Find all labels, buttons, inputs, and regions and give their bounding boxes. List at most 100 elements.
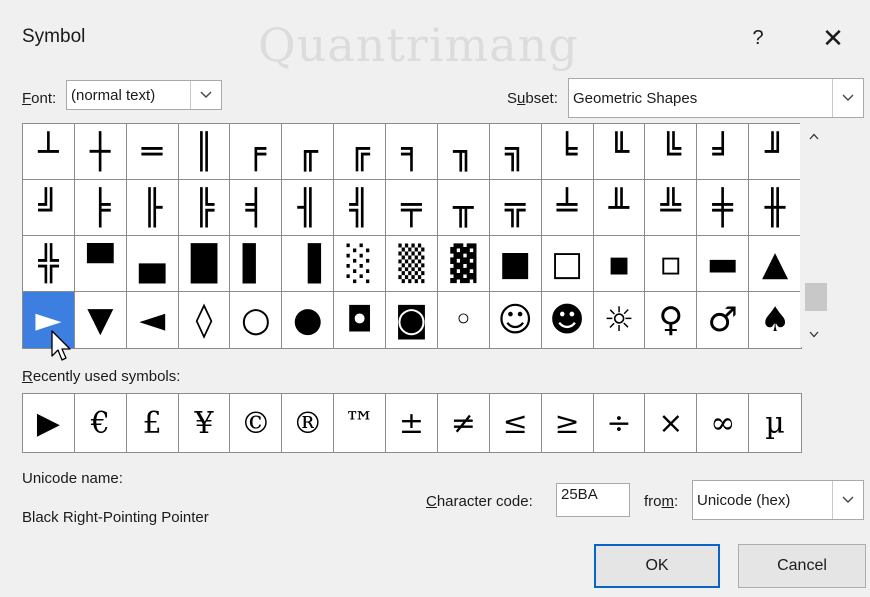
recent-symbol-cell[interactable]: ≠ [438,394,490,452]
symbol-cell[interactable]: ╬ [23,236,75,292]
font-combobox[interactable]: (normal text) [66,80,222,110]
character-code-input[interactable]: 25BA [556,483,630,517]
close-button[interactable]: ✕ [815,20,851,56]
symbol-cell[interactable]: ╩ [645,180,698,236]
ok-button[interactable]: OK [594,544,720,588]
recent-symbol-cell[interactable]: µ [749,394,801,452]
symbol-cell[interactable]: ☻ [541,292,594,348]
symbol-cell[interactable]: ◦ [437,292,490,348]
symbol-cell[interactable]: ═ [126,124,179,180]
subset-dropdown-arrow[interactable] [832,79,863,117]
help-button[interactable]: ? [740,20,776,56]
symbol-cell[interactable]: ╘ [541,124,594,180]
recent-symbol-cell[interactable]: × [645,394,698,452]
scroll-thumb[interactable] [805,283,827,311]
symbol-cell[interactable]: ╓ [282,124,335,180]
recent-symbol-cell[interactable]: ® [282,394,335,452]
scroll-down-button[interactable] [800,321,828,347]
symbol-cell[interactable]: ╙ [593,124,646,180]
symbol-cell[interactable]: ░ [334,236,387,292]
symbol-cell[interactable]: ▫ [645,236,698,292]
symbol-cell[interactable]: ◄ [126,292,179,348]
symbol-cell[interactable]: ╪ [697,180,750,236]
symbol-cell[interactable]: ╫ [749,180,801,236]
symbol-cell[interactable]: ╧ [541,180,594,236]
recent-symbol-cell[interactable]: ≥ [542,394,594,452]
symbol-cell[interactable]: ╖ [437,124,490,180]
symbol-cell[interactable]: ■ [489,236,542,292]
symbol-cell[interactable]: ◊ [178,292,231,348]
symbol-cell[interactable]: ┼ [74,124,127,180]
font-dropdown-arrow[interactable] [190,81,221,109]
symbol-cell[interactable]: ╜ [749,124,801,180]
symbol-cell[interactable]: □ [541,236,594,292]
recent-symbol-cell[interactable]: ™ [334,394,387,452]
symbol-cell[interactable]: ▪ [593,236,646,292]
mouse-pointer-icon [51,330,71,361]
symbol-cell[interactable]: ╣ [334,180,387,236]
from-dropdown-arrow[interactable] [832,481,863,519]
symbol-cell[interactable]: ▼ [74,292,127,348]
symbol-cell[interactable]: ╛ [697,124,750,180]
symbol-cell[interactable]: ☺ [489,292,542,348]
recent-symbol-cell[interactable]: ∞ [697,394,750,452]
cancel-button[interactable]: Cancel [738,544,866,588]
symbol-cell[interactable]: ╢ [282,180,335,236]
recent-symbol-cell[interactable]: £ [127,394,179,452]
symbol-cell[interactable]: ╠ [178,180,231,236]
recent-symbol-cell[interactable]: ¥ [179,394,231,452]
scroll-up-button[interactable] [800,123,828,149]
symbol-cell[interactable]: ▀ [74,236,127,292]
symbol-cell[interactable]: ● [282,292,335,348]
unicode-name-label: Unicode name: [22,470,123,487]
symbol-cell[interactable]: ╡ [230,180,283,236]
symbol-cell[interactable]: ▲ [749,236,801,292]
subset-combobox[interactable]: Geometric Shapes [568,78,864,118]
symbol-cell[interactable]: ▒ [386,236,438,292]
symbol-scrollbar[interactable] [800,123,828,347]
subset-label-rest: bset: [525,90,558,107]
symbol-cell[interactable]: ╝ [23,180,75,236]
symbol-cell[interactable]: ╦ [489,180,542,236]
symbol-cell[interactable]: ╚ [645,124,698,180]
recent-symbol-cell[interactable]: ± [386,394,438,452]
symbol-cell[interactable]: ▐ [282,236,335,292]
symbol-cell[interactable]: ╔ [334,124,387,180]
symbol-cell[interactable]: ╗ [489,124,542,180]
symbol-cell[interactable]: ╟ [126,180,179,236]
symbol-cell[interactable]: ╒ [230,124,283,180]
recent-symbol-cell[interactable]: © [230,394,283,452]
symbol-cell[interactable]: ▄ [126,236,179,292]
symbol-cell[interactable]: ╥ [437,180,490,236]
recent-label-accel: R [22,368,33,385]
recent-symbol-cell[interactable]: € [75,394,127,452]
symbol-cell[interactable]: ╕ [386,124,438,180]
font-label-rest: ont: [31,90,57,107]
recent-symbol-cell[interactable]: ÷ [594,394,646,452]
symbol-cell[interactable]: ╨ [593,180,646,236]
symbol-cell[interactable]: █ [178,236,231,292]
recent-symbol-cell[interactable]: ▶ [23,394,75,452]
symbol-cell[interactable]: ╞ [74,180,127,236]
subset-value: Geometric Shapes [573,89,698,107]
symbol-cell[interactable]: ▌ [230,236,283,292]
symbol-cell[interactable]: ○ [230,292,283,348]
symbol-cell[interactable]: ♠ [749,292,801,348]
symbol-grid[interactable]: ┴ ┼ ═ ║ ╒ ╓ ╔ ╕ ╖ ╗ ╘ ╙ ╚ ╛ ╜ ╝ ╞ ╟ ╠ ╡ ╢ ╣ ╤ ╥ ╦ ╧ ╨ ╩ ╪ ╫ ╬ ▀ ▄ █ ▌ ▐ ░ ▒ ▓ ■… [22,123,802,349]
symbol-cell[interactable]: ▬ [697,236,750,292]
symbol-cell[interactable]: ♂ [697,292,750,348]
symbol-cell[interactable]: ┴ [23,124,75,180]
recent-symbol-cell[interactable]: ≤ [490,394,542,452]
font-label-accel: F [22,90,32,107]
symbol-cell[interactable]: ♀ [645,292,698,348]
symbol-cell[interactable]: ║ [178,124,231,180]
symbol-cell[interactable]: ╤ [386,180,438,236]
symbol-cell[interactable]: ◙ [386,292,438,348]
symbol-cell[interactable]: ▓ [437,236,490,292]
recent-symbols-grid[interactable]: ▶ € £ ¥ © ® ™ ± ≠ ≤ ≥ ÷ × ∞ µ [22,393,802,453]
symbol-cell[interactable]: ☼ [593,292,646,348]
from-combobox[interactable]: Unicode (hex) [692,480,864,520]
subset-label-prefix: S [507,90,518,107]
symbol-cell[interactable]: ◘ [334,292,387,348]
font-label: Font: [22,90,56,107]
